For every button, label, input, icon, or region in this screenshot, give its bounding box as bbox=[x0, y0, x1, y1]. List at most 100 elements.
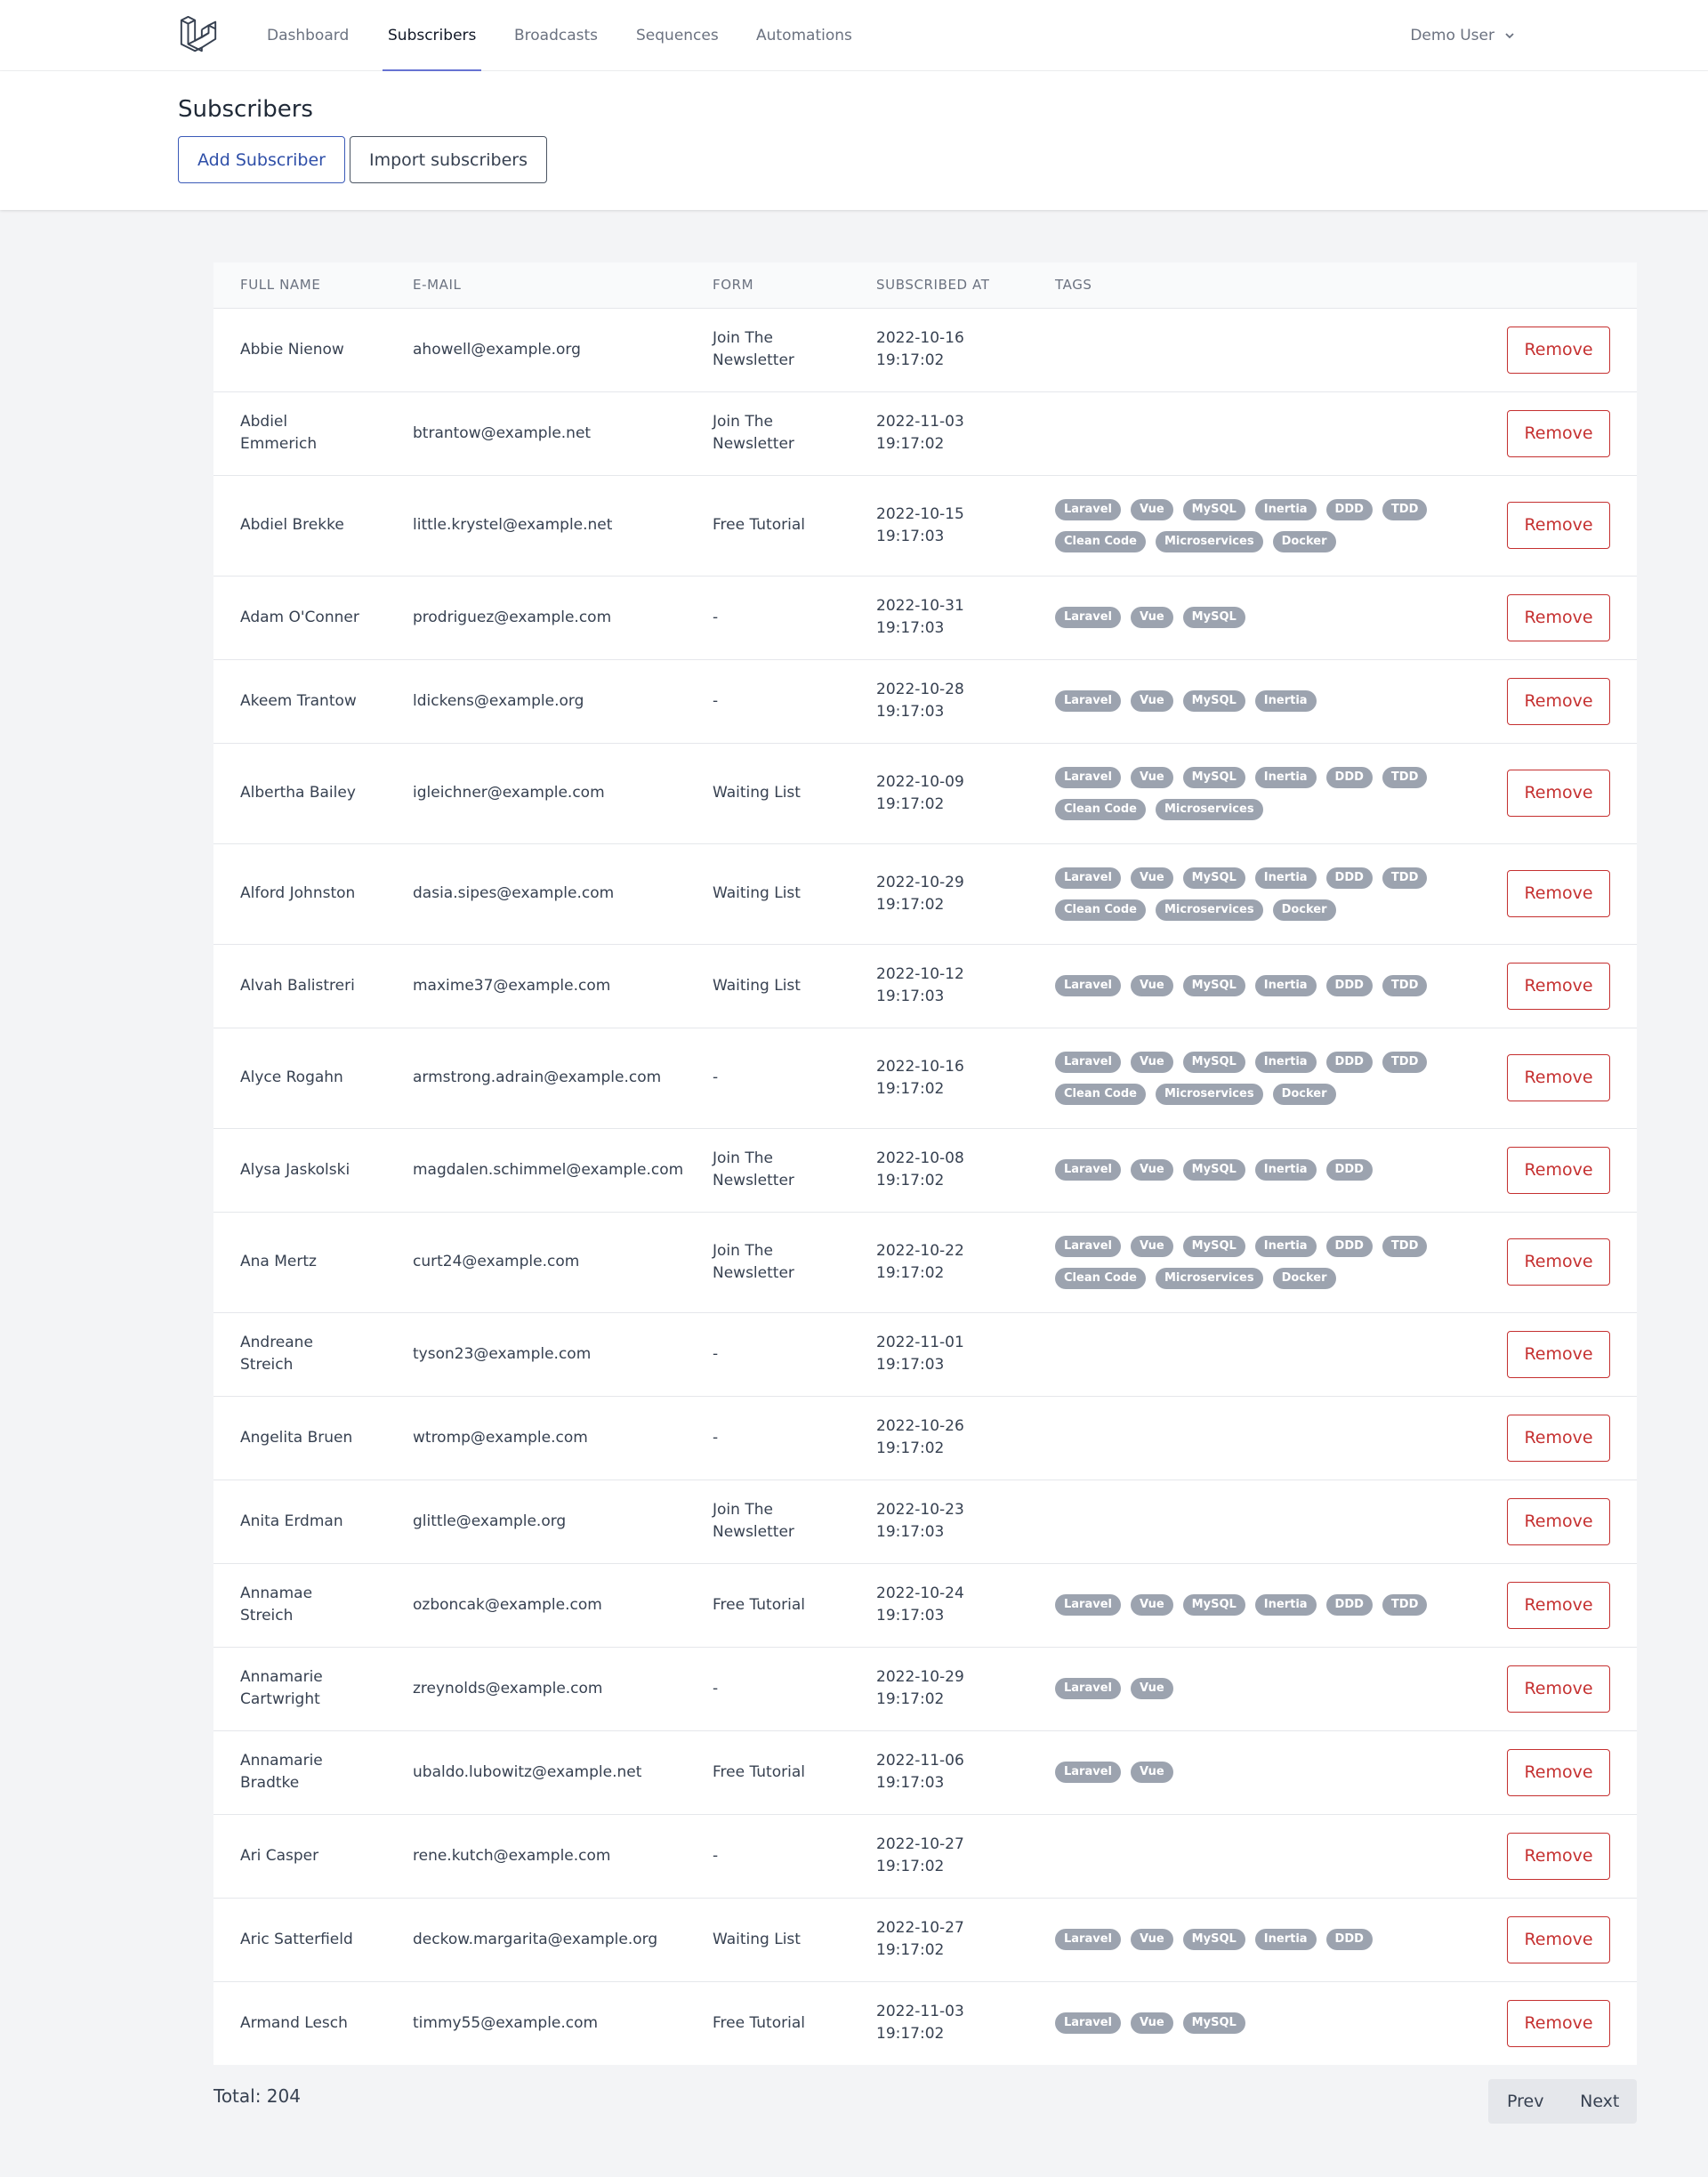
remove-button[interactable]: Remove bbox=[1507, 770, 1610, 817]
subscriber-name: Aric Satterfield bbox=[240, 1930, 353, 1948]
tag-badge: DDD bbox=[1325, 1594, 1373, 1616]
subscriber-email: ahowell@example.org bbox=[413, 340, 581, 359]
tag-list: Laravel Vue MySQL Inertia DDD TDD Clean Code Mi… bbox=[1055, 867, 1473, 921]
tag-badge: Inertia bbox=[1254, 1235, 1317, 1257]
nav-broadcasts[interactable]: Broadcasts bbox=[514, 0, 598, 71]
nav-dashboard[interactable]: Dashboard bbox=[267, 0, 349, 71]
tag-badge: Vue bbox=[1131, 607, 1173, 628]
user-menu[interactable]: Demo User bbox=[1410, 0, 1516, 71]
subscribed-time: 19:17:02 bbox=[876, 1858, 945, 1875]
remove-button[interactable]: Remove bbox=[1507, 326, 1610, 374]
nav-automations[interactable]: Automations bbox=[756, 0, 852, 71]
table-row: Ari Casper rene.kutch@example.com - 2022-10… bbox=[214, 1814, 1637, 1898]
row-actions: Remove bbox=[1504, 944, 1637, 1028]
subscriber-email: dasia.sipes@example.com bbox=[413, 884, 615, 902]
row-actions: Remove bbox=[1504, 1128, 1637, 1212]
subscribed-date: 2022-10-24 bbox=[876, 1584, 964, 1602]
table-row: Annamarie Cartwright zreynolds@example.co… bbox=[214, 1647, 1637, 1730]
remove-button[interactable]: Remove bbox=[1507, 1497, 1610, 1545]
tag-badge: TDD bbox=[1382, 867, 1428, 889]
subscribed-at: 2022-10-16 19:17:02 bbox=[850, 1028, 1028, 1128]
subscribed-time: 19:17:03 bbox=[876, 619, 945, 637]
add-subscriber-button[interactable]: Add Subscriber bbox=[178, 136, 345, 183]
subscribed-time: 19:17:02 bbox=[876, 1439, 945, 1457]
tag-badge: Laravel bbox=[1055, 2012, 1121, 2035]
tags-cell: Laravel Vue MySQL Inertia DDD TDD Clean Code Mi… bbox=[1028, 743, 1504, 843]
remove-button[interactable]: Remove bbox=[1507, 870, 1610, 917]
tag-badge: Laravel bbox=[1055, 1051, 1121, 1073]
tag-badge: Vue bbox=[1131, 1762, 1173, 1783]
tags-cell: Laravel Vue MySQL Inertia DDD TDD bbox=[1028, 1563, 1504, 1647]
subscribed-at: 2022-10-08 19:17:02 bbox=[850, 1128, 1028, 1212]
tag-badge: Laravel bbox=[1055, 1159, 1121, 1181]
tag-badge: Vue bbox=[1131, 1594, 1173, 1616]
subscriber-form: Join The Newsletter bbox=[713, 1501, 794, 1541]
row-actions: Remove bbox=[1504, 576, 1637, 659]
remove-button[interactable]: Remove bbox=[1507, 1999, 1610, 2047]
subscribed-at: 2022-11-03 19:17:02 bbox=[850, 1981, 1028, 2065]
row-actions: Remove bbox=[1504, 659, 1637, 743]
subscriber-email: ldickens@example.org bbox=[413, 691, 584, 710]
remove-button[interactable]: Remove bbox=[1507, 1915, 1610, 1963]
tag-badge: TDD bbox=[1382, 1051, 1428, 1073]
tag-badge: Docker bbox=[1272, 899, 1336, 921]
subscriber-email: zreynolds@example.com bbox=[413, 1679, 603, 1697]
tag-badge: Microservices bbox=[1155, 899, 1263, 921]
remove-button[interactable]: Remove bbox=[1507, 409, 1610, 457]
remove-button[interactable]: Remove bbox=[1507, 677, 1610, 725]
nav-sequences[interactable]: Sequences bbox=[636, 0, 719, 71]
subscriber-form: - bbox=[713, 691, 719, 710]
remove-button[interactable]: Remove bbox=[1507, 593, 1610, 641]
remove-button[interactable]: Remove bbox=[1507, 1238, 1610, 1286]
row-actions: Remove bbox=[1504, 843, 1637, 944]
tags-cell: Laravel Vue MySQL bbox=[1028, 1981, 1504, 2065]
table-row: Abdiel Brekke little.krystel@example.net F… bbox=[214, 475, 1637, 576]
table-row: Aric Satterfield deckow.margarita@example… bbox=[214, 1898, 1637, 1981]
tag-badge: DDD bbox=[1325, 975, 1373, 996]
next-page-button[interactable]: Next bbox=[1563, 2079, 1638, 2124]
tag-badge: Laravel bbox=[1055, 1235, 1121, 1257]
remove-button[interactable]: Remove bbox=[1507, 502, 1610, 549]
subscribed-date: 2022-10-12 bbox=[876, 965, 964, 983]
remove-button[interactable]: Remove bbox=[1507, 1748, 1610, 1796]
row-actions: Remove bbox=[1504, 1898, 1637, 1981]
remove-button[interactable]: Remove bbox=[1507, 1665, 1610, 1713]
row-actions: Remove bbox=[1504, 1814, 1637, 1898]
tag-list: Laravel Vue bbox=[1055, 1678, 1473, 1699]
tags-cell: Laravel Vue bbox=[1028, 1647, 1504, 1730]
remove-button[interactable]: Remove bbox=[1507, 1054, 1610, 1101]
remove-button[interactable]: Remove bbox=[1507, 1414, 1610, 1462]
table-row: Albertha Bailey igleichner@example.com Wai… bbox=[214, 743, 1637, 843]
subscribed-time: 19:17:03 bbox=[876, 988, 945, 1005]
subscriber-form: - bbox=[713, 1068, 719, 1086]
tag-badge: DDD bbox=[1325, 498, 1373, 520]
table-row: Alvah Balistreri maxime37@example.com Wait… bbox=[214, 944, 1637, 1028]
subscribed-time: 19:17:03 bbox=[876, 1607, 945, 1625]
subscribed-date: 2022-10-29 bbox=[876, 873, 964, 891]
subscribed-at: 2022-10-16 19:17:02 bbox=[850, 308, 1028, 391]
tag-badge: MySQL bbox=[1182, 1594, 1245, 1616]
table-row: Alyce Rogahn armstrong.adrain@example.com… bbox=[214, 1028, 1637, 1128]
import-subscribers-button[interactable]: Import subscribers bbox=[350, 136, 547, 183]
subscriber-email: btrantow@example.net bbox=[413, 423, 592, 442]
remove-button[interactable]: Remove bbox=[1507, 1146, 1610, 1194]
remove-button[interactable]: Remove bbox=[1507, 1330, 1610, 1378]
remove-button[interactable]: Remove bbox=[1507, 1581, 1610, 1629]
tags-cell: Laravel Vue MySQL Inertia DDD TDD Clean Code Mi… bbox=[1028, 843, 1504, 944]
tags-cell: Laravel Vue MySQL Inertia DDD bbox=[1028, 1128, 1504, 1212]
nav-subscribers[interactable]: Subscribers bbox=[382, 0, 482, 71]
prev-page-button[interactable]: Prev bbox=[1488, 2079, 1563, 2124]
tag-badge: Inertia bbox=[1254, 975, 1317, 996]
tag-badge: Clean Code bbox=[1055, 899, 1146, 921]
row-actions: Remove bbox=[1504, 743, 1637, 843]
remove-button[interactable]: Remove bbox=[1507, 1832, 1610, 1880]
subscribed-time: 19:17:03 bbox=[876, 1523, 945, 1541]
subscriber-name: Alyce Rogahn bbox=[240, 1068, 343, 1086]
table-row: Angelita Bruen wtromp@example.com - 2022-10… bbox=[214, 1396, 1637, 1480]
tags-cell: Laravel Vue MySQL bbox=[1028, 576, 1504, 659]
laravel-logo-icon[interactable] bbox=[178, 15, 219, 56]
subscribed-time: 19:17:02 bbox=[876, 1690, 945, 1708]
subscriber-email: timmy55@example.com bbox=[413, 2013, 599, 2032]
subscriber-email: ozboncak@example.com bbox=[413, 1595, 602, 1614]
remove-button[interactable]: Remove bbox=[1507, 962, 1610, 1010]
